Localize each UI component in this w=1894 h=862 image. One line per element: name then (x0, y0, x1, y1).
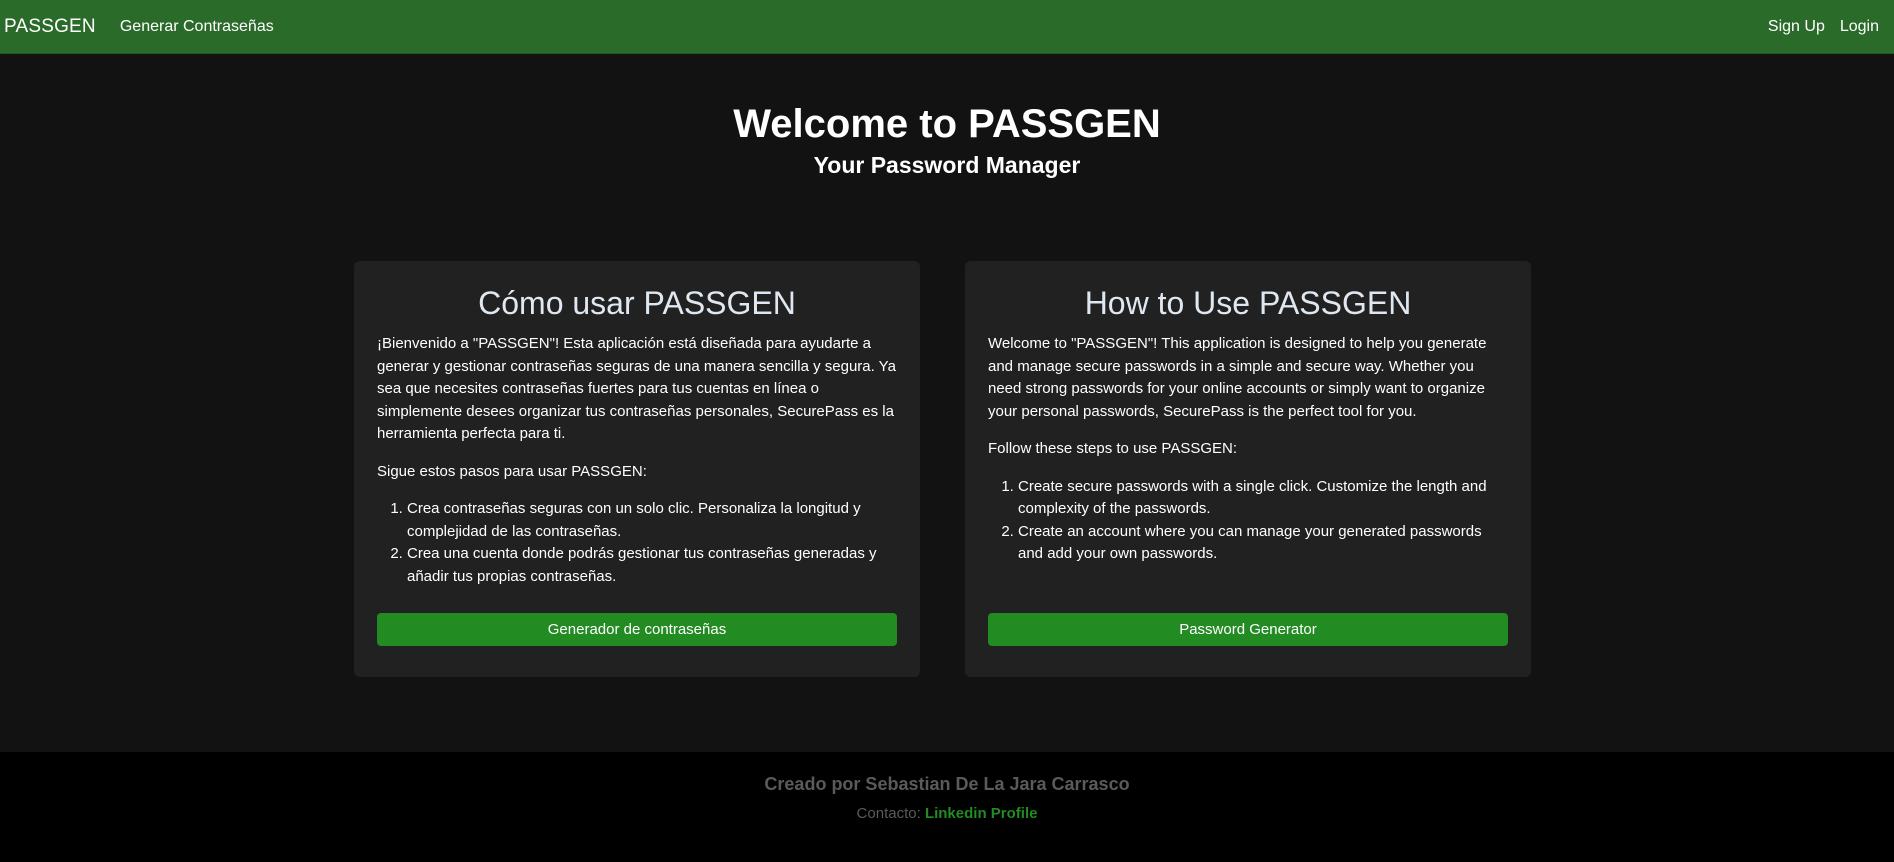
contact-label: Contacto: (856, 805, 921, 822)
card-title: Cómo usar PASSGEN (478, 285, 796, 321)
card-intro-text: ¡Bienvenido a "PASSGEN"! Esta aplicación… (377, 335, 896, 442)
nav-auth-links: Sign Up Login (1768, 18, 1894, 36)
password-generator-button-en[interactable]: Password Generator (988, 613, 1508, 646)
signup-link[interactable]: Sign Up (1768, 18, 1825, 36)
hero-section: Welcome to PASSGEN Your Password Manager (0, 100, 1894, 180)
list-item: Crea contraseñas seguras con un solo cli… (407, 498, 897, 543)
page-title: Welcome to PASSGEN (733, 102, 1161, 146)
card-steps-intro: Sigue estos pasos para usar PASSGEN: (377, 462, 647, 480)
steps-list: Create secure passwords with a single cl… (988, 476, 1508, 566)
list-item: Crea una cuenta donde podrás gestionar t… (407, 543, 897, 588)
english-instructions-card: How to Use PASSGEN Welcome to "PASSGEN"!… (965, 261, 1531, 677)
nav-link-generate-passwords[interactable]: Generar Contraseñas (120, 18, 274, 36)
password-generator-button-es[interactable]: Generador de contraseñas (377, 613, 897, 646)
steps-list: Crea contraseñas seguras con un solo cli… (377, 498, 897, 588)
spanish-instructions-card: Cómo usar PASSGEN ¡Bienvenido a "PASSGEN… (354, 261, 920, 677)
list-item: Create an account where you can manage y… (1018, 521, 1508, 566)
login-link[interactable]: Login (1840, 18, 1879, 36)
linkedin-profile-link[interactable]: Linkedin Profile (925, 805, 1038, 822)
top-navbar: PASSGEN Generar Contraseñas Sign Up Logi… (0, 0, 1894, 54)
footer-contact: Contacto: Linkedin Profile (0, 804, 1894, 824)
card-title: How to Use PASSGEN (1084, 285, 1412, 321)
card-steps-intro: Follow these steps to use PASSGEN: (988, 440, 1238, 457)
page-subtitle: Your Password Manager (813, 152, 1081, 178)
card-intro-text: Welcome to "PASSGEN"! This application i… (988, 335, 1487, 420)
list-item: Create secure passwords with a single cl… (1018, 476, 1508, 521)
brand-logo-link[interactable]: PASSGEN (4, 16, 96, 38)
page-footer: Creado por Sebastian De La Jara Carrasco… (0, 752, 1894, 862)
footer-credit: Creado por Sebastian De La Jara Carrasco (764, 774, 1130, 794)
